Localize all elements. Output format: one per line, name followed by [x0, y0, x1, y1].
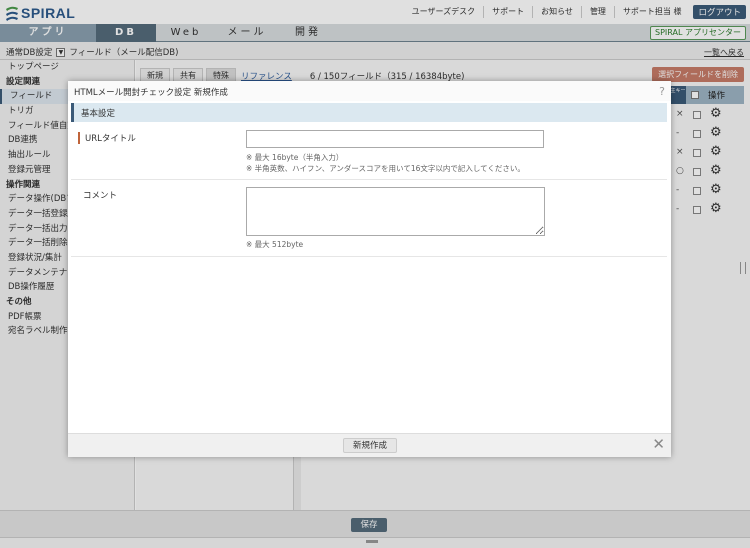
close-icon[interactable]: ✕: [652, 436, 665, 452]
help-icon[interactable]: ?: [659, 85, 665, 98]
section-basic-settings: 基本設定: [71, 103, 667, 122]
url-note-2: ※ 半角英数、ハイフン、アンダースコアを用いて16文字以内で記入してください。: [246, 164, 525, 173]
divider: [71, 256, 667, 257]
comment-textarea[interactable]: [246, 187, 545, 236]
new-dialog: HTMLメール開封チェック設定 新規作成 ? 基本設定 URLタイトル ※ 最大…: [68, 81, 671, 457]
section-title: 基本設定: [81, 109, 116, 119]
comment-label: コメント: [83, 191, 118, 201]
url-title-label: URLタイトル: [78, 132, 136, 144]
divider: [71, 179, 667, 180]
dialog-header: HTMLメール開封チェック設定 新規作成 ?: [68, 81, 671, 101]
dialog-title: HTMLメール開封チェック設定 新規作成: [74, 88, 228, 98]
create-button[interactable]: 新規作成: [343, 438, 397, 453]
comment-note: ※ 最大 512byte: [246, 240, 304, 249]
app-window: SPIRAL ユーザーズデスク サポート お知らせ 管理 サポート担当 様 ログ…: [0, 0, 750, 548]
url-title-input[interactable]: [246, 130, 544, 148]
url-note-1: ※ 最大 16byte（半角入力）: [246, 153, 344, 162]
